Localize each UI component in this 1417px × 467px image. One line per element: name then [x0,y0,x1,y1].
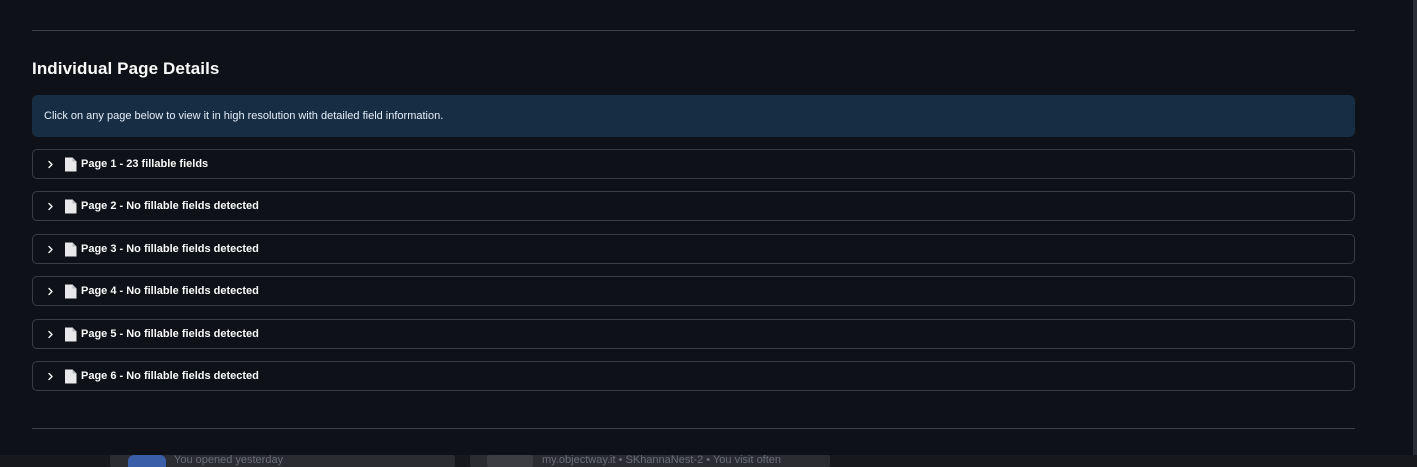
page-expander-label: Page 5 - No fillable fields detected [81,328,259,340]
bottom-divider [32,428,1355,429]
background-right-text: my.objectway.it • SKhannaNest-2 • You vi… [542,455,782,466]
background-site-icon [487,455,533,467]
chevron-right-icon [46,287,55,296]
page-expander-6[interactable]: Page 6 - No fillable fields detected [32,361,1355,391]
page-expander-label: Page 1 - 23 fillable fields [81,158,209,170]
top-divider [32,30,1355,31]
document-icon [64,157,77,172]
info-box: Click on any page below to view it in hi… [32,95,1355,137]
page-expander-5[interactable]: Page 5 - No fillable fields detected [32,319,1355,349]
document-icon [64,369,77,384]
chevron-right-icon [46,330,55,339]
background-window-strip: You opened yesterday my.objectway.it • S… [0,455,1417,467]
chevron-right-icon [46,372,55,381]
chevron-right-icon [46,202,55,211]
background-left-text: You opened yesterday [174,455,284,466]
page-expander-label: Page 3 - No fillable fields detected [81,243,259,255]
chevron-right-icon [46,160,55,169]
page-expander-2[interactable]: Page 2 - No fillable fields detected [32,191,1355,221]
page-expander-1[interactable]: Page 1 - 23 fillable fields [32,149,1355,179]
page-expander-label: Page 4 - No fillable fields detected [81,285,259,297]
page-expander-4[interactable]: Page 4 - No fillable fields detected [32,276,1355,306]
page-expander-label: Page 2 - No fillable fields detected [81,200,259,212]
info-text: Click on any page below to view it in hi… [44,110,444,122]
page-expander-label: Page 6 - No fillable fields detected [81,370,259,382]
chevron-right-icon [46,245,55,254]
document-icon [64,327,77,342]
document-icon [64,199,77,214]
document-icon [64,242,77,257]
page-expander-3[interactable]: Page 3 - No fillable fields detected [32,234,1355,264]
scrollbar[interactable] [1413,0,1417,455]
section-title: Individual Page Details [32,59,220,78]
document-icon [64,284,77,299]
background-app-icon [128,455,166,467]
